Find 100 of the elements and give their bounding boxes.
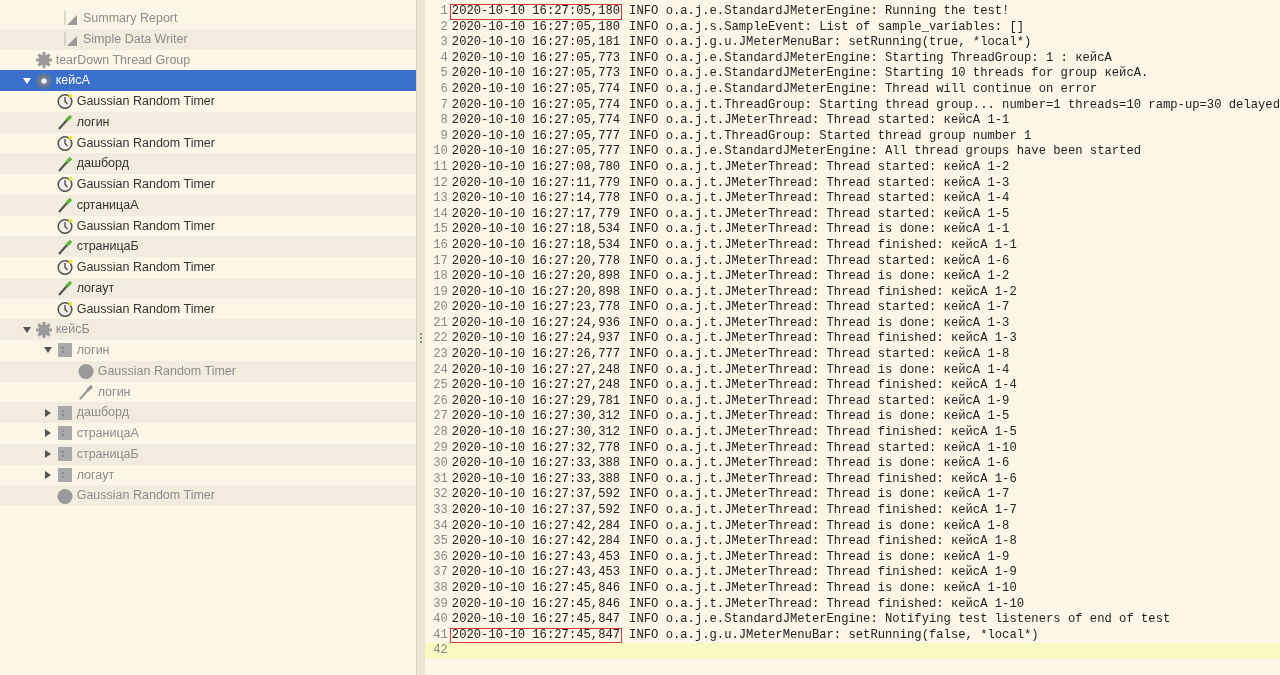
line-number: 22 bbox=[432, 331, 449, 348]
log-message: INFO o.a.j.g.u.JMeterMenuBar: setRunning(false, *local*) bbox=[628, 627, 1039, 644]
tree-item-label: tearDown Thread Group bbox=[55, 51, 191, 69]
tree-item-label: Gaussian Random Timer bbox=[76, 217, 215, 235]
line-number: 26 bbox=[432, 393, 449, 410]
log-message: INFO o.a.j.e.StandardJMeterEngine: Notifying test listeners of end of test bbox=[628, 612, 1171, 628]
log-message: INFO o.a.j.t.JMeterThread: Thread finished: кейсА 1-3 bbox=[628, 331, 1017, 347]
line-number: 25 bbox=[432, 378, 449, 394]
pipette-icon bbox=[56, 114, 73, 131]
tree-item[interactable]: страницаБ bbox=[0, 236, 416, 257]
log-message: INFO o.a.j.t.JMeterThread: Thread is done: кейсА 1-4 bbox=[628, 362, 1010, 378]
square-icon bbox=[56, 342, 73, 359]
square-icon bbox=[56, 404, 73, 421]
log-message: INFO o.a.j.e.StandardJMeterEngine: Running the test! bbox=[628, 4, 1010, 20]
log-timestamp: 2020-10-10 16:27:05,181 bbox=[450, 35, 622, 51]
log-timestamp: 2020-10-10 16:27:45,847 bbox=[450, 612, 622, 628]
bar-chart-icon bbox=[63, 31, 79, 48]
line-number: 12 bbox=[432, 175, 449, 192]
log-timestamp: 2020-10-10 16:27:27,248 bbox=[450, 362, 622, 379]
line-number: 15 bbox=[432, 222, 449, 238]
log-message: INFO o.a.j.e.StandardJMeterEngine: All thread groups have been started bbox=[628, 144, 1142, 160]
log-timestamp: 2020-10-10 16:27:05,180 bbox=[449, 4, 623, 20]
log-timestamp: 2020-10-10 16:27:30,312 bbox=[450, 409, 622, 426]
log-timestamp: 2020-10-10 16:27:32,778 bbox=[450, 440, 622, 457]
log-timestamp: 2020-10-10 16:27:24,936 bbox=[450, 315, 622, 332]
tree-item-label: сртаницаА bbox=[76, 196, 139, 214]
splitter-handle[interactable] bbox=[416, 0, 425, 675]
line-number: 16 bbox=[432, 237, 449, 254]
log-timestamp: 2020-10-10 16:27:11,779 bbox=[450, 175, 622, 192]
log-message: INFO o.a.j.e.StandardJMeterEngine: Thread will continue on error bbox=[628, 81, 1098, 98]
log-timestamp: 2020-10-10 16:27:23,778 bbox=[450, 300, 622, 316]
log-message: INFO o.a.j.t.JMeterThread: Thread is done: кейсА 1-3 bbox=[628, 315, 1010, 331]
pipette-icon bbox=[56, 155, 73, 172]
line-number: 39 bbox=[432, 596, 449, 613]
tree-item-label: Gaussian Random Timer bbox=[76, 487, 215, 505]
line-number: 31 bbox=[432, 471, 449, 488]
gear-icon bbox=[35, 321, 52, 338]
log-message: INFO o.a.j.t.JMeterThread: Thread finished: кейсА 1-7 bbox=[628, 503, 1017, 519]
line-number: 17 bbox=[432, 253, 449, 270]
tree-item-label: логаут bbox=[76, 466, 115, 484]
tree-item-label: логаут bbox=[76, 279, 115, 297]
clock-icon bbox=[77, 363, 94, 380]
log-timestamp: 2020-10-10 16:27:42,284 bbox=[450, 518, 622, 535]
log-message: INFO o.a.j.e.StandardJMeterEngine: Starting ThreadGroup: 1 : кейсА bbox=[628, 50, 1112, 66]
tree-item-label: логин bbox=[76, 342, 110, 359]
line-number: 29 bbox=[432, 440, 449, 457]
line-number: 19 bbox=[432, 284, 449, 301]
log-timestamp: 2020-10-10 16:27:37,592 bbox=[450, 487, 622, 503]
tree-item-label: кейсБ bbox=[55, 321, 90, 339]
bar-chart-icon bbox=[63, 10, 79, 27]
pipette-icon bbox=[77, 383, 94, 400]
log-message: INFO o.a.j.t.JMeterThread: Thread started: кейсА 1-9 bbox=[628, 393, 1010, 409]
line-number: 8 bbox=[439, 113, 449, 129]
pipette-icon bbox=[56, 238, 73, 255]
line-number: 28 bbox=[432, 425, 449, 441]
log-timestamp: 2020-10-10 16:27:43,453 bbox=[450, 549, 622, 566]
log-message: INFO o.a.j.t.JMeterThread: Thread finished: кейсА 1-10 bbox=[628, 596, 1025, 613]
tree-item-label: страницаБ bbox=[76, 445, 139, 463]
log-message: INFO o.a.j.t.JMeterThread: Thread finished: кейсА 1-8 bbox=[628, 534, 1017, 550]
expanded-triangle-icon[interactable] bbox=[22, 76, 31, 85]
log-timestamp: 2020-10-10 16:27:05,773 bbox=[450, 50, 622, 67]
tree-item-label: Gaussian Random Timer bbox=[97, 362, 236, 380]
line-number: 11 bbox=[432, 159, 449, 176]
log-message: INFO o.a.j.t.JMeterThread: Thread is done: кейсА 1-5 bbox=[628, 409, 1010, 425]
line-number: 7 bbox=[439, 97, 449, 114]
log-message: INFO o.a.j.t.JMeterThread: Thread started: кейсА 1-3 bbox=[628, 175, 1010, 191]
log-message: INFO o.a.j.t.JMeterThread: Thread is done: кейсА 1-10 bbox=[628, 580, 1017, 597]
tree-item-label: дашборд bbox=[76, 155, 130, 173]
line-number: 33 bbox=[432, 503, 449, 519]
tree-item[interactable]: дашборд bbox=[0, 153, 416, 174]
log-timestamp: 2020-10-10 16:27:24,937 bbox=[450, 331, 622, 348]
tree-item-label: кейсА bbox=[55, 72, 90, 90]
tree-item[interactable]: логаут bbox=[0, 277, 416, 299]
log-message: INFO o.a.j.t.JMeterThread: Thread finished: кейсА 1-1 bbox=[628, 237, 1017, 254]
log-message: INFO o.a.j.t.JMeterThread: Thread started: кейсА 1-6 bbox=[628, 253, 1010, 269]
line-number: 23 bbox=[432, 347, 449, 363]
log-timestamp: 2020-10-10 16:27:26,777 bbox=[450, 347, 622, 363]
gear-icon bbox=[35, 51, 52, 68]
log-timestamp: 2020-10-10 16:27:33,388 bbox=[450, 471, 622, 488]
tree-item-label: дашборд bbox=[76, 404, 130, 422]
line-number: 9 bbox=[439, 128, 449, 145]
log-timestamp: 2020-10-10 16:27:20,898 bbox=[450, 284, 622, 301]
log-message: INFO o.a.j.t.JMeterThread: Thread started: кейсА 1-5 bbox=[628, 206, 1010, 222]
tree-item-label: страницаА bbox=[76, 425, 139, 442]
tree-item[interactable]: кейсА bbox=[0, 70, 416, 91]
square-icon bbox=[56, 446, 73, 463]
tree-item[interactable]: логин bbox=[0, 111, 416, 133]
line-number: 14 bbox=[432, 206, 449, 223]
tree-item-label: логин bbox=[97, 383, 131, 401]
tree-item-label: Gaussian Random Timer bbox=[76, 93, 215, 110]
log-timestamp: 2020-10-10 16:27:29,781 bbox=[450, 393, 622, 410]
log-timestamp: 2020-10-10 16:27:43,453 bbox=[450, 565, 622, 581]
log-timestamp: 2020-10-10 16:27:05,773 bbox=[450, 66, 622, 82]
line-number: 20 bbox=[432, 300, 449, 316]
log-timestamp: 2020-10-10 16:27:45,846 bbox=[450, 596, 622, 613]
line-number: 30 bbox=[432, 456, 449, 472]
line-number: 4 bbox=[439, 50, 449, 67]
tree-item[interactable]: сртаницаА bbox=[0, 194, 416, 216]
line-number: 3 bbox=[439, 35, 449, 51]
log-message: INFO o.a.j.t.JMeterThread: Thread finished: кейсА 1-2 bbox=[628, 284, 1017, 300]
